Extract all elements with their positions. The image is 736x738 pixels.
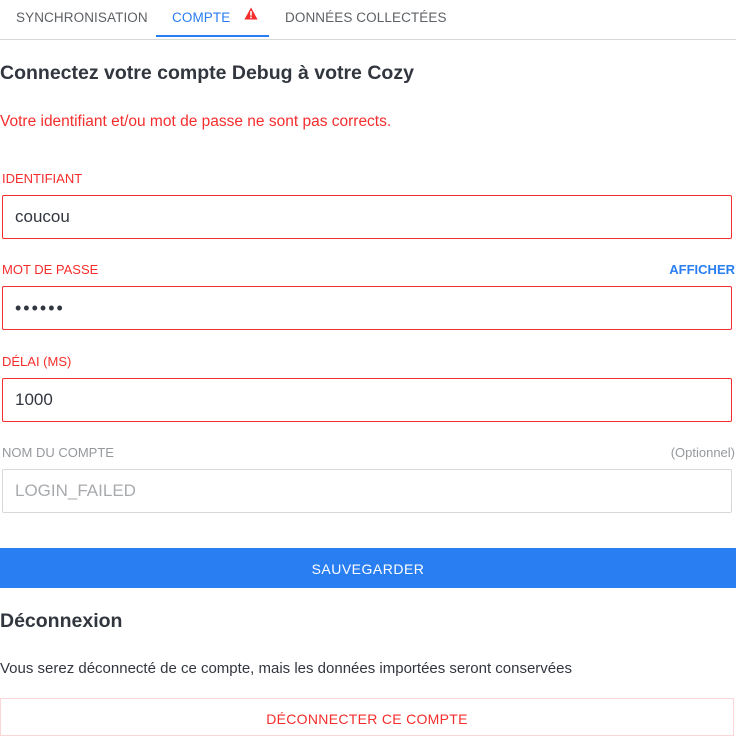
tab-compte-label: COMPTE [172,10,231,25]
disconnect-button[interactable]: DÉCONNECTER CE COMPTE [0,698,734,736]
disconnect-title: Déconnexion [0,610,123,632]
account-name-field-box [2,469,732,513]
tab-bar: SYNCHRONISATION COMPTE DONNÉES COLLECTÉE… [0,0,736,40]
account-name-label: NOM DU COMPTE [2,445,114,460]
login-label: IDENTIFIANT [2,171,83,186]
delay-label: DÉLAI (MS) [2,354,72,369]
delay-field-box [2,378,732,422]
tab-synchronisation-label: SYNCHRONISATION [16,10,148,25]
tab-synchronisation[interactable]: SYNCHRONISATION [16,0,148,39]
password-field-box [2,286,732,330]
login-input[interactable] [3,196,715,238]
password-label: MOT DE PASSE [2,262,99,277]
tab-donnees-collectees-label: DONNÉES COLLECTÉES [285,10,447,25]
tab-donnees-collectees[interactable]: DONNÉES COLLECTÉES [285,0,447,39]
warning-icon [244,0,258,34]
save-button[interactable]: SAUVEGARDER [0,548,736,588]
optional-hint: (Optionnel) [670,445,735,460]
tab-compte[interactable]: COMPTE [156,0,269,37]
login-field-box [2,195,732,239]
disconnect-info: Vous serez déconnecté de ce compte, mais… [0,660,572,677]
page-title: Connectez votre compte Debug à votre Coz… [0,62,414,84]
account-name-input[interactable] [3,470,715,512]
password-input[interactable] [3,287,715,329]
error-message: Votre identifiant et/ou mot de passe ne … [0,113,392,130]
show-password-button[interactable]: AFFICHER [669,262,735,277]
delay-input[interactable] [3,379,715,421]
